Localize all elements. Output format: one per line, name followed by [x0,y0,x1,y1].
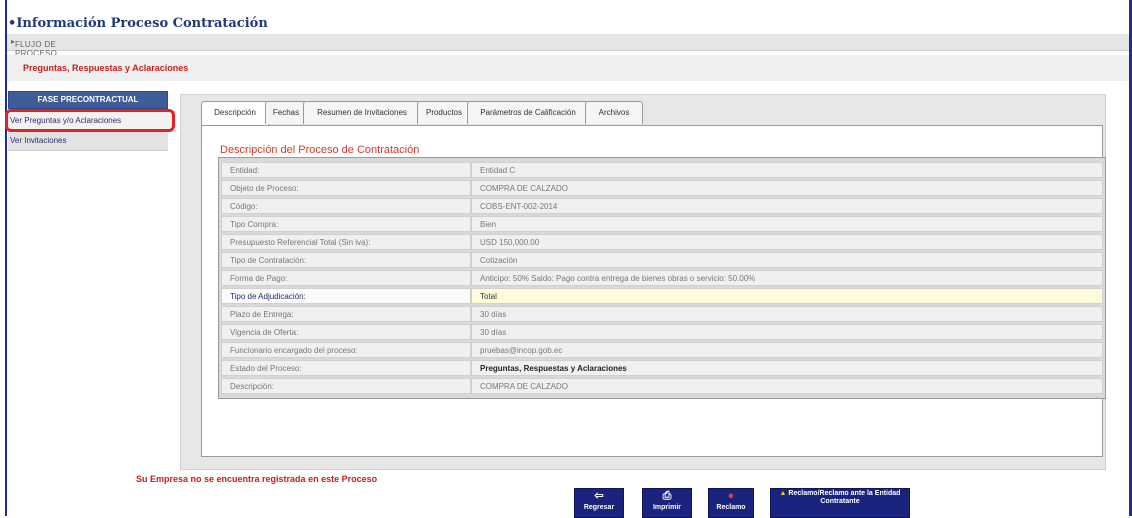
tab-resumen-invitaciones[interactable]: Resumen de Invitaciones [303,101,421,124]
row-value: USD 150,000.00 [471,234,1103,250]
row-value: Anticipo: 50% Saldo: Pago contra entrega… [471,270,1103,286]
row-label: Código: [221,198,471,214]
flow-link[interactable]: ▸ FLUJO DE PROCESO [11,37,57,58]
tab-productos[interactable]: Productos [417,101,471,124]
table-row: Forma de Pago: Anticipo: 50% Saldo: Pago … [221,270,1103,286]
row-label: Vigencia de Oferta: [221,324,471,340]
row-label: Estado del Proceso: [221,360,471,376]
table-row: Tipo Compra: Bien [221,216,1103,232]
reclamo-button[interactable]: ● Reclamo [708,488,754,518]
row-value: Bien [471,216,1103,232]
reclamo-entidad-label: ▲ Reclamo/Reclamo ante la Entidad Contra… [771,490,909,506]
table-row: Estado del Proceso: Preguntas, Respuestas… [221,360,1103,376]
table-row: Vigencia de Oferta: 30 días [221,324,1103,340]
section-title: Descripción del Proceso de Contratación [220,144,420,156]
reclamo-entidad-text: Reclamo/Reclamo ante la Entidad Contrata… [788,490,901,505]
main-panel: Descripción Fechas Resumen de Invitacion… [180,94,1106,470]
regresar-button[interactable]: ⇦ Regresar [574,488,624,518]
table-row: Funcionario encargado del proceso: prueba… [221,342,1103,358]
row-value: Preguntas, Respuestas y Aclaraciones [471,360,1103,376]
flow-bar: ▸ FLUJO DE PROCESO [7,34,1129,58]
row-label: Funcionario encargado del proceso: [221,342,471,358]
sidebar-item-ver-preguntas[interactable]: Ver Preguntas y/o Aclaraciones [5,109,175,132]
table-row: Tipo de Contratación: Cotización [221,252,1103,268]
sidebar-header: FASE PRECONTRACTUAL [8,91,168,109]
row-label: Presupuesto Referencial Total (Sin iva): [221,234,471,250]
printer-icon: ⎙ [662,490,672,502]
sidebar: FASE PRECONTRACTUAL Ver Preguntas y/o Ac… [5,91,175,151]
alert-icon: ● [727,490,735,502]
row-label: Tipo de Contratación: [221,252,471,268]
table-row: Presupuesto Referencial Total (Sin iva):… [221,234,1103,250]
row-value: pruebas@incop.gob.ec [471,342,1103,358]
imprimir-button[interactable]: ⎙ Imprimir [642,488,692,518]
table-row: Descripción: COMPRA DE CALZADO [221,378,1103,394]
row-label: Tipo Compra: [221,216,471,232]
stage-bar: Preguntas, Respuestas y Aclaraciones [7,55,1129,81]
tab-fechas[interactable]: Fechas [265,101,307,124]
process-info-table: Entidad: Entidad C Objeto de Proceso: COMP… [218,157,1106,399]
table-row: Objeto de Proceso: COMPRA DE CALZADO [221,180,1103,196]
stage-name: Preguntas, Respuestas y Aclaraciones [23,63,189,73]
sidebar-item-ver-invitaciones[interactable]: Ver Invitaciones [8,132,168,151]
row-label: Forma de Pago: [221,270,471,286]
table-row: Plazo de Entrega: 30 días [221,306,1103,322]
row-value: Total [471,288,1103,304]
row-label: Plazo de Entrega: [221,306,471,322]
tab-archivos[interactable]: Archivos [585,101,643,124]
reclamo-label: Reclamo [716,504,746,511]
row-label: Entidad: [221,162,471,178]
table-row: Entidad: Entidad C [221,162,1103,178]
row-value: COMPRA DE CALZADO [471,180,1103,196]
row-value: 30 días [471,324,1103,340]
row-value: Entidad C [471,162,1103,178]
registration-notice: Su Empresa no se encuentra registrada en… [136,474,378,484]
page-title: •Información Proceso Contratación [8,16,268,31]
tab-parametros-calificacion[interactable]: Parámetros de Calificación [467,101,589,124]
row-value: Cotización [471,252,1103,268]
tab-content-descripcion: Descripción del Proceso de Contratación … [201,125,1106,457]
arrow-left-icon: ⇦ [594,490,604,502]
reclamo-entidad-button[interactable]: ▲ Reclamo/Reclamo ante la Entidad Contra… [770,488,910,518]
row-label: Tipo de Adjudicación: [221,288,471,304]
table-row: Código: COBS-ENT-002-2014 [221,198,1103,214]
regresar-label: Regresar [583,504,615,511]
row-label: Objeto de Proceso: [221,180,471,196]
imprimir-label: Imprimir [652,504,681,511]
row-value: COBS-ENT-002-2014 [471,198,1103,214]
tab-descripcion[interactable]: Descripción [201,101,269,125]
row-value: 30 días [471,306,1103,322]
row-value: COMPRA DE CALZADO [471,378,1103,394]
page-title-text: Información Proceso Contratación [16,16,268,31]
table-row-highlighted: Tipo de Adjudicación: Total [221,288,1103,304]
row-label: Descripción: [221,378,471,394]
